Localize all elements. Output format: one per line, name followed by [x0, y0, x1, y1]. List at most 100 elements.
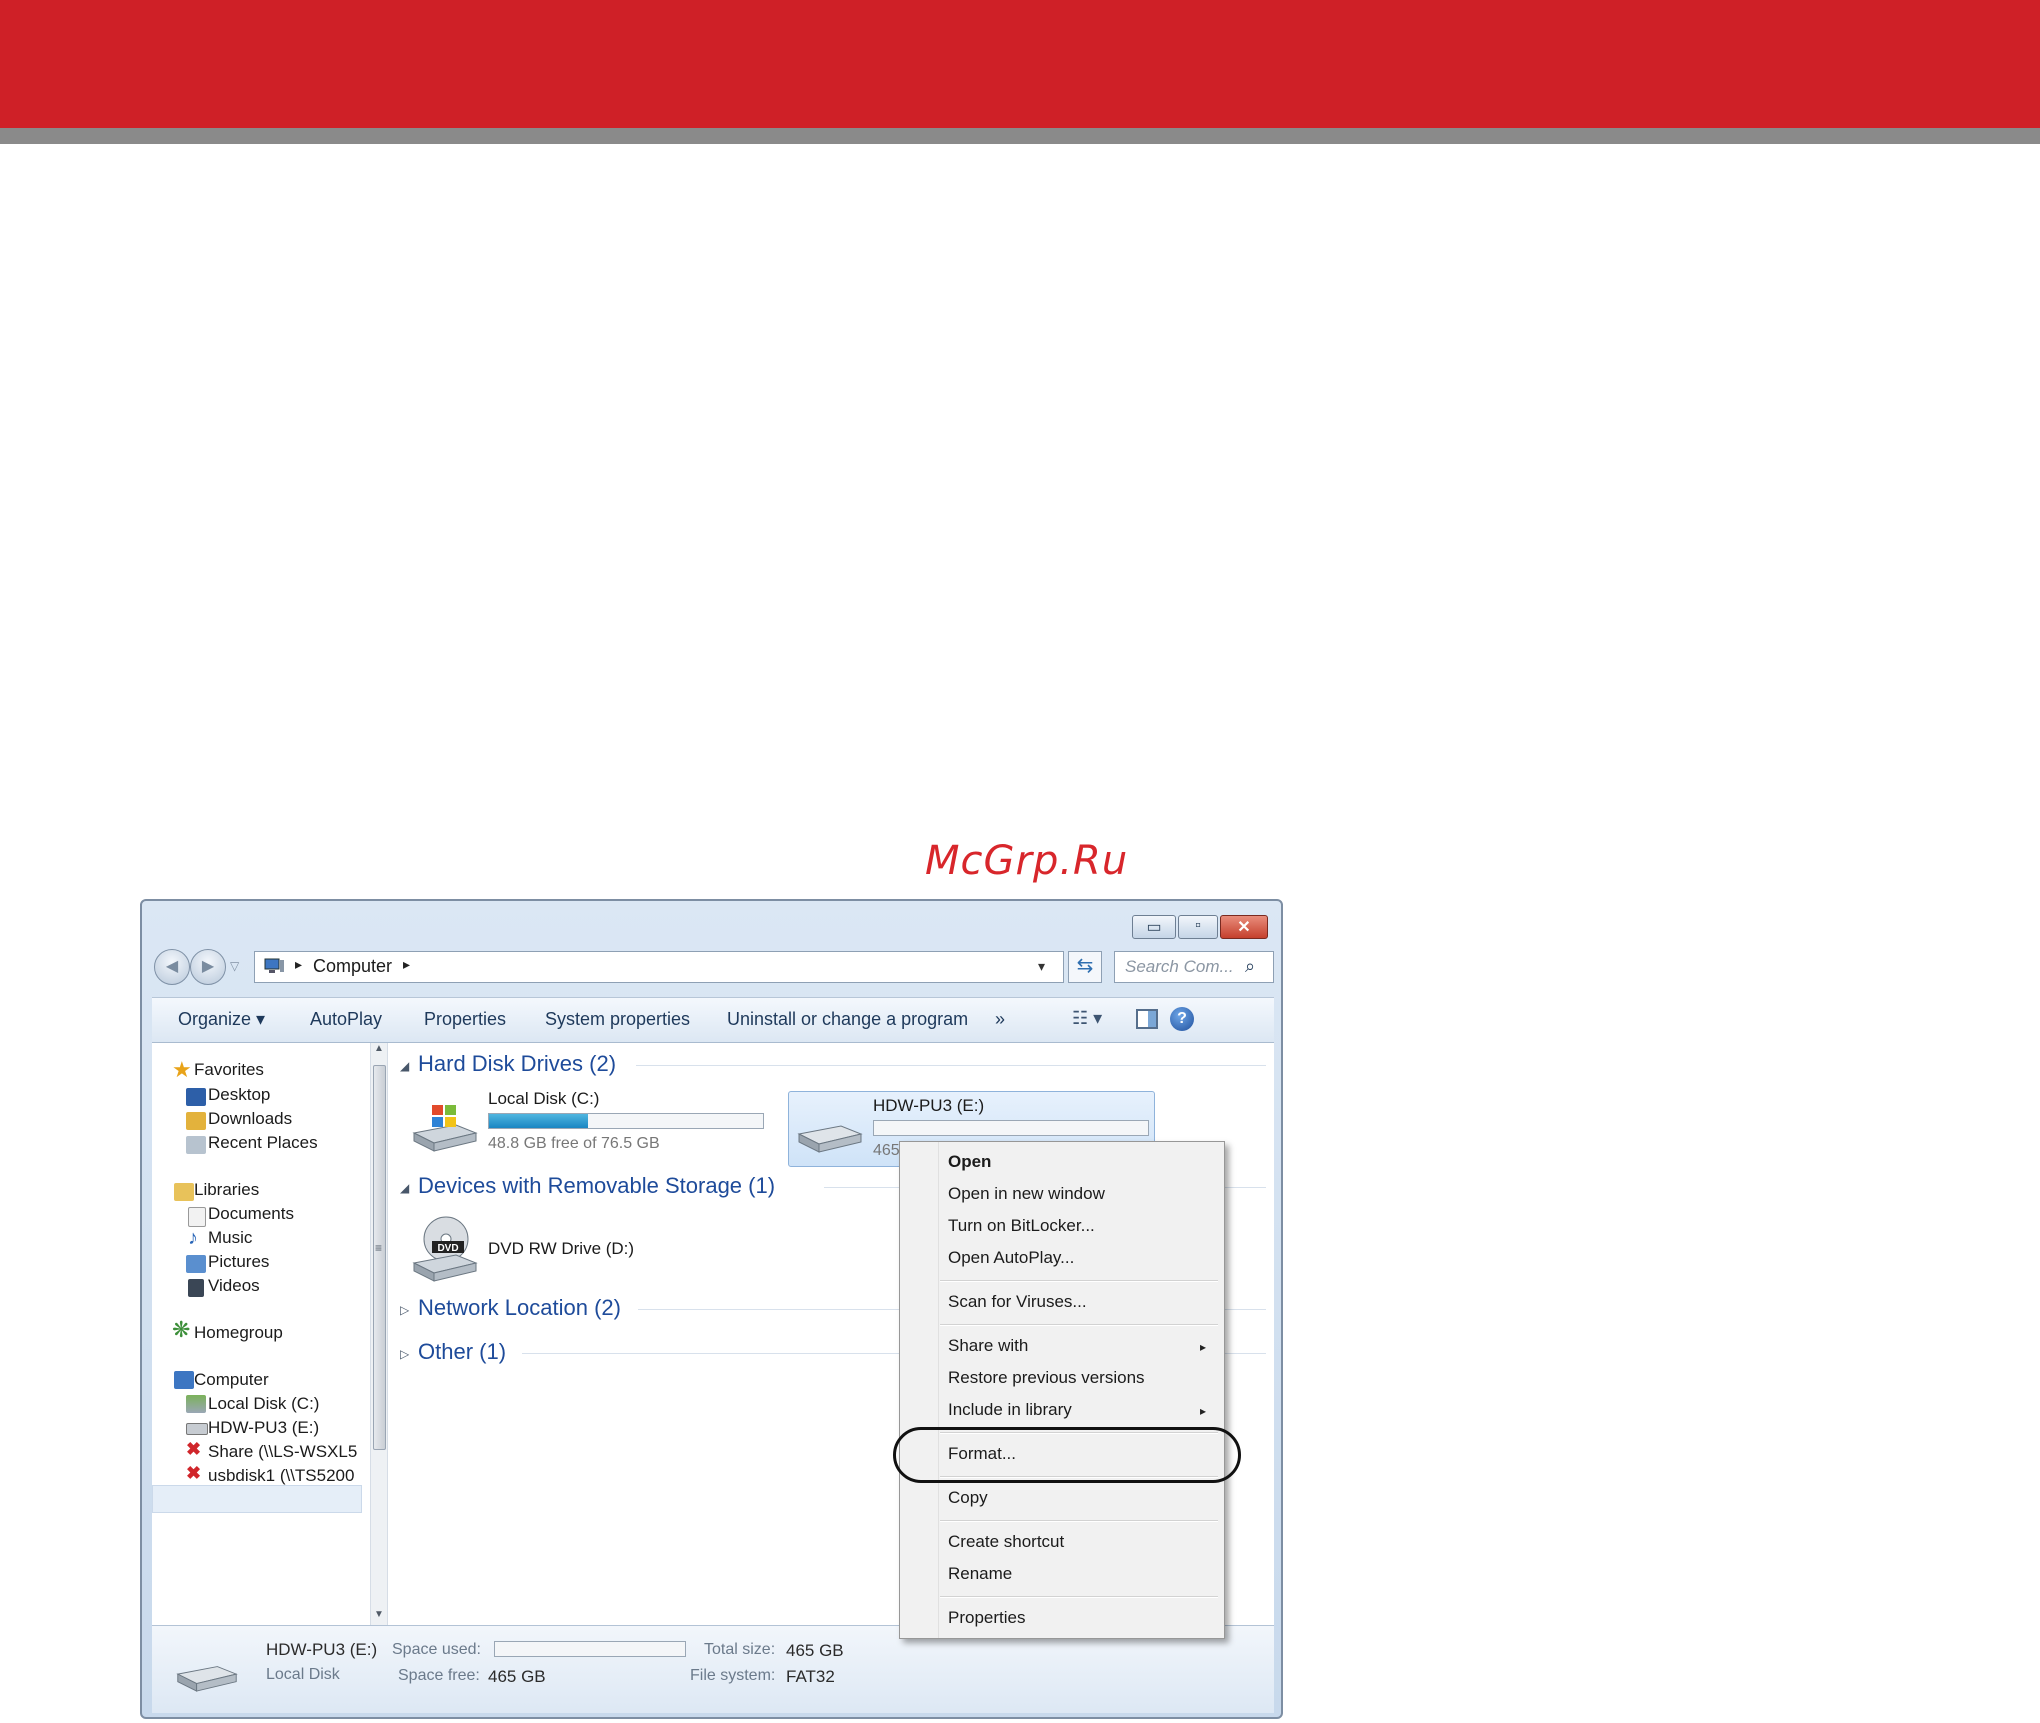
close-icon: ✕: [1237, 919, 1251, 936]
address-dropdown-icon[interactable]: ▾: [1038, 958, 1045, 975]
expand-group-icon[interactable]: ▷: [400, 1303, 409, 1317]
videos-icon: [188, 1279, 204, 1297]
menu-item-create-shortcut[interactable]: Create shortcut: [948, 1532, 1064, 1552]
group-removable-storage[interactable]: Devices with Removable Storage (1): [418, 1173, 775, 1199]
uninstall-program-button[interactable]: Uninstall or change a program: [727, 1009, 968, 1030]
group-hard-disk-drives[interactable]: Hard Disk Drives (2): [418, 1051, 616, 1077]
group-network-location[interactable]: Network Location (2): [418, 1295, 621, 1321]
external-drive-icon: [176, 1666, 238, 1692]
address-bar[interactable]: ▸ Computer ▸ ▾: [254, 951, 1064, 983]
change-view-icon[interactable]: ☷ ▾: [1072, 1008, 1102, 1029]
autoplay-button[interactable]: AutoPlay: [310, 1009, 382, 1030]
group-other[interactable]: Other (1): [418, 1339, 506, 1365]
collapse-group-icon[interactable]: ◢: [400, 1059, 409, 1073]
nav-videos[interactable]: Videos: [208, 1276, 260, 1296]
nav-scrollbar[interactable]: ▲ ≡ ▼: [370, 1043, 387, 1625]
scroll-up-icon[interactable]: ▲: [374, 1043, 384, 1054]
dvd-drive-icon: DVD: [412, 1216, 478, 1282]
group-divider: [636, 1065, 1266, 1066]
nav-downloads[interactable]: Downloads: [208, 1109, 292, 1129]
properties-button[interactable]: Properties: [424, 1009, 506, 1030]
menu-item-rename[interactable]: Rename: [948, 1564, 1012, 1584]
search-input[interactable]: Search Com... ⌕: [1114, 951, 1274, 983]
menu-item-scan-viruses[interactable]: Scan for Viruses...: [948, 1292, 1087, 1312]
menu-item-autoplay[interactable]: Open AutoPlay...: [948, 1248, 1074, 1268]
nav-favorites[interactable]: Favorites: [194, 1060, 264, 1080]
menu-separator: [940, 1520, 1218, 1522]
downloads-icon: [186, 1112, 206, 1130]
nav-hdw[interactable]: HDW-PU3 (E:): [208, 1418, 319, 1438]
maximize-icon: ▫: [1195, 917, 1201, 934]
nav-computer[interactable]: Computer: [194, 1370, 269, 1390]
nav-homegroup[interactable]: Homegroup: [194, 1323, 283, 1343]
pictures-icon: [186, 1255, 206, 1273]
submenu-arrow-icon: ▸: [1200, 1404, 1207, 1418]
more-commands-icon[interactable]: »: [995, 1009, 1005, 1030]
recent-pages-dropdown-icon[interactable]: ▽: [230, 959, 239, 973]
scroll-grip-icon: ≡: [375, 1241, 383, 1255]
collapse-group-icon[interactable]: ◢: [400, 1181, 409, 1195]
menu-item-open[interactable]: Open: [948, 1152, 991, 1172]
nav-share[interactable]: Share (\\LS-WSXL5: [208, 1442, 357, 1462]
preview-pane-icon[interactable]: [1136, 1009, 1158, 1029]
command-bar: Organize ▾ AutoPlay Properties System pr…: [152, 997, 1274, 1043]
nav-pictures[interactable]: Pictures: [208, 1252, 269, 1272]
scrollbar-thumb[interactable]: [373, 1065, 386, 1450]
navigation-pane: ★ Favorites Desktop Downloads Recent Pla…: [152, 1043, 388, 1625]
details-space-used-bar: [494, 1641, 686, 1657]
details-total-size-value: 465 GB: [786, 1641, 844, 1660]
expand-group-icon[interactable]: ▷: [400, 1347, 409, 1361]
details-space-free-label: Space free:: [398, 1667, 480, 1684]
homegroup-icon: ❋: [172, 1317, 191, 1342]
header-band: [0, 0, 2040, 128]
nav-recent-places[interactable]: Recent Places: [208, 1133, 318, 1153]
breadcrumb-computer[interactable]: Computer: [313, 956, 392, 977]
nav-documents[interactable]: Documents: [208, 1204, 294, 1224]
close-button[interactable]: ✕: [1220, 915, 1268, 939]
nav-usbdisk[interactable]: usbdisk1 (\\TS5200: [208, 1466, 354, 1486]
libraries-icon: [174, 1183, 194, 1201]
refresh-button[interactable]: ⇆: [1068, 951, 1102, 983]
maximize-button[interactable]: ▫: [1178, 915, 1218, 939]
drive-c-capacity-bar: [488, 1113, 764, 1129]
back-button[interactable]: ◀: [154, 949, 190, 985]
local-disk-icon: [186, 1395, 206, 1413]
details-total-size-label: Total size:: [704, 1641, 776, 1658]
menu-item-include-library[interactable]: Include in library: [948, 1400, 1072, 1420]
search-icon[interactable]: ⌕: [1245, 956, 1255, 977]
desktop-icon: [186, 1088, 206, 1106]
dvd-badge-label: DVD: [437, 1243, 458, 1254]
system-properties-button[interactable]: System properties: [545, 1009, 690, 1030]
menu-gutter: [938, 1142, 939, 1638]
scroll-down-icon[interactable]: ▼: [374, 1609, 384, 1620]
menu-item-bitlocker[interactable]: Turn on BitLocker...: [948, 1216, 1095, 1236]
menu-item-share-with[interactable]: Share with: [948, 1336, 1028, 1356]
details-file-system-label: File system:: [690, 1667, 776, 1684]
menu-item-open-new-window[interactable]: Open in new window: [948, 1184, 1105, 1204]
forward-arrow-icon: ▶: [201, 958, 215, 975]
local-disk-drive-icon: [412, 1105, 478, 1152]
search-placeholder: Search Com...: [1125, 957, 1234, 976]
breadcrumb-separator-icon[interactable]: ▸: [403, 956, 410, 973]
help-icon[interactable]: ?: [1170, 1007, 1194, 1031]
details-space-used-label: Space used:: [392, 1641, 481, 1658]
menu-item-copy[interactable]: Copy: [948, 1488, 988, 1508]
minimize-button[interactable]: ▭: [1132, 915, 1176, 939]
drive-d-name[interactable]: DVD RW Drive (D:): [488, 1239, 634, 1259]
favorites-star-icon: ★: [172, 1057, 192, 1082]
breadcrumb-separator-icon[interactable]: ▸: [295, 956, 302, 973]
menu-separator: [940, 1596, 1218, 1598]
forward-button[interactable]: ▶: [190, 949, 226, 985]
nav-music[interactable]: Music: [208, 1228, 252, 1248]
nav-desktop[interactable]: Desktop: [208, 1085, 270, 1105]
external-drive-icon: [797, 1125, 863, 1153]
recent-places-icon: [186, 1136, 206, 1154]
menu-item-properties[interactable]: Properties: [948, 1608, 1025, 1628]
drive-c-free-space: 48.8 GB free of 76.5 GB: [488, 1135, 660, 1152]
drive-c-name[interactable]: Local Disk (C:): [488, 1089, 599, 1109]
nav-libraries[interactable]: Libraries: [194, 1180, 259, 1200]
nav-local-disk[interactable]: Local Disk (C:): [208, 1394, 319, 1414]
organize-button[interactable]: Organize ▾: [178, 1009, 265, 1030]
details-drive-type: Local Disk: [266, 1666, 340, 1683]
menu-item-restore-versions[interactable]: Restore previous versions: [948, 1368, 1145, 1388]
